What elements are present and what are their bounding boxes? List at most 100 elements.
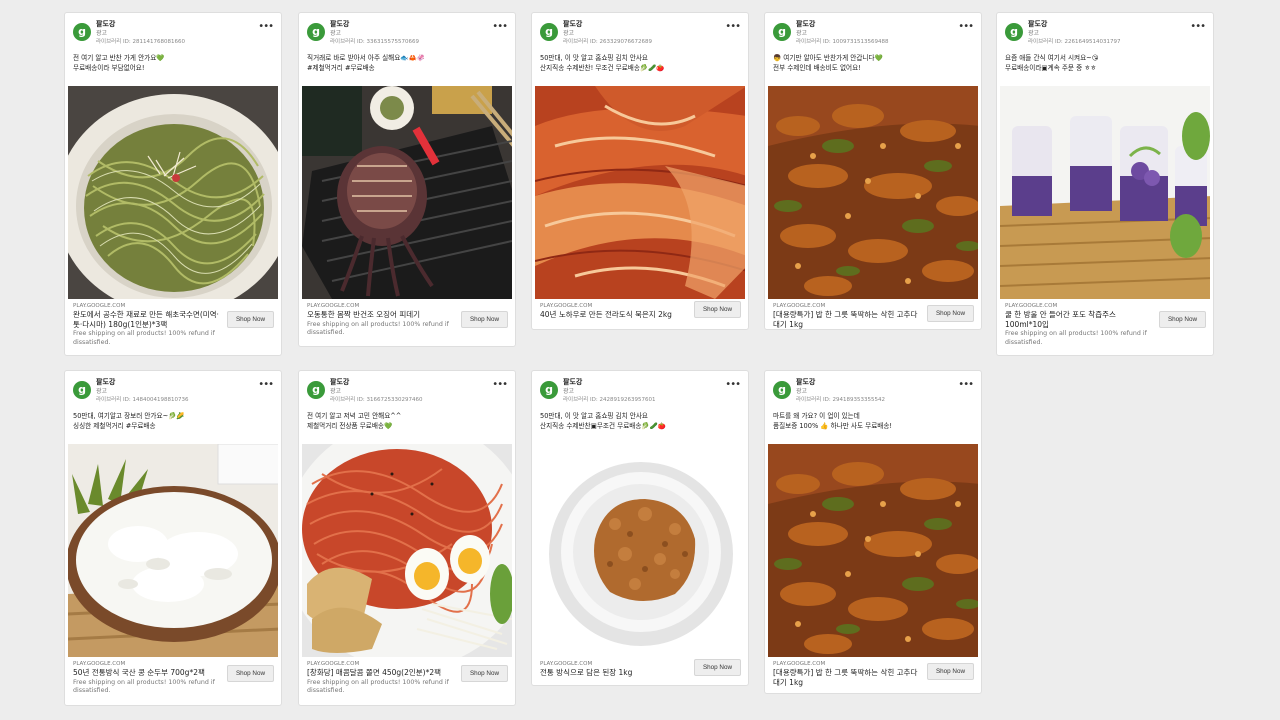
shop-now-button[interactable]: Shop Now: [927, 305, 974, 322]
product-description: Free shipping on all products! 100% refu…: [1005, 330, 1147, 346]
product-image[interactable]: [302, 86, 512, 299]
product-image[interactable]: [1000, 86, 1210, 299]
ad-text-line: 산지직송 수제반찬▣무조건 무료배송🥬🥒🍅: [540, 422, 667, 430]
more-options-icon[interactable]: •••: [492, 21, 508, 32]
product-title[interactable]: [창화당] 매콤달콤 쫄면 450g(2인분)*2팩: [307, 668, 457, 678]
library-id: 라이브러리 ID: 281141768081660: [96, 39, 185, 45]
more-options-icon[interactable]: •••: [725, 379, 741, 390]
sponsored-label: 광고: [330, 388, 342, 395]
product-title[interactable]: 오동통한 몸짝 반건조 오징어 피데기: [307, 310, 457, 320]
shop-now-button[interactable]: Shop Now: [227, 665, 274, 682]
more-options-icon[interactable]: •••: [725, 21, 741, 32]
more-options-icon[interactable]: •••: [958, 21, 974, 32]
shop-now-button[interactable]: Shop Now: [927, 663, 974, 680]
product-image[interactable]: [535, 444, 745, 657]
ad-card: g 팔도강 광고 라이브러리 ID: 1484004198810736 ••• …: [64, 370, 282, 706]
advertiser-logo[interactable]: g: [540, 381, 558, 399]
product-title[interactable]: 완도에서 공수한 재료로 만든 해초국수면(미역·톳·다시마) 180g(1인분…: [73, 310, 223, 329]
product-title[interactable]: [대용량특가] 밥 한 그릇 뚝딱하는 삭힌 고추다대기 1kg: [773, 310, 923, 329]
ad-footer: PLAY.GOOGLE.COM 완도에서 공수한 재료로 만든 해초국수면(미역…: [65, 299, 281, 353]
shop-now-button[interactable]: Shop Now: [461, 311, 508, 328]
library-id: 라이브러리 ID: 1484004198810736: [96, 397, 189, 403]
ad-card: g 팔도강 광고 라이브러리 ID: 2428919263957601 ••• …: [531, 370, 749, 686]
library-id: 라이브러리 ID: 336315575570669: [330, 39, 419, 45]
product-image[interactable]: [68, 444, 278, 657]
library-id: 라이브러리 ID: 2261649514031797: [1028, 39, 1121, 45]
ad-text-line: #제철먹거리 #무료배송: [307, 64, 375, 72]
ad-text-line: 무료배송이라▣계속 주문 중 ㅎㅎ: [1005, 64, 1097, 72]
product-description: Free shipping on all products! 100% refu…: [73, 330, 215, 346]
product-image[interactable]: [768, 444, 978, 657]
ad-text-line: 요즘 애들 간식 여기서 시켜요~😘: [1005, 54, 1099, 62]
ad-header: g 팔도강 광고 라이브러리 ID: 3166725330297460 •••: [299, 371, 515, 409]
sponsored-label: 광고: [563, 30, 575, 37]
more-options-icon[interactable]: •••: [258, 379, 274, 390]
advertiser-logo[interactable]: g: [73, 23, 91, 41]
advertiser-logo[interactable]: g: [540, 23, 558, 41]
ad-header: g 팔도강 광고 라이브러리 ID: 281141768081660 •••: [65, 13, 281, 51]
sponsored-label: 광고: [563, 388, 575, 395]
ad-body-text: 전 여기 알고 저녁 고민 안해요^^ 제철먹거리 전상품 무료배송💚: [299, 409, 515, 444]
ad-body-text: 마트를 왜 가요? 이 업이 있는데 품질보증 100% 👍 하나만 사도 무료…: [765, 409, 981, 444]
shop-now-button[interactable]: Shop Now: [227, 311, 274, 328]
product-title[interactable]: [대용량특가] 밥 한 그릇 뚝딱하는 삭힌 고추다대기 1kg: [773, 668, 923, 687]
ad-header: g 팔도강 광고 라이브러리 ID: 294189353355542 •••: [765, 371, 981, 409]
product-title[interactable]: 전통 방식으로 담은 된장 1kg: [540, 668, 690, 678]
more-options-icon[interactable]: •••: [958, 379, 974, 390]
ad-text-line: 마트를 왜 가요? 이 업이 있는데: [773, 412, 860, 420]
advertiser-logo[interactable]: g: [307, 23, 325, 41]
product-image[interactable]: [768, 86, 978, 299]
library-id: 라이브러리 ID: 2428919263957601: [563, 397, 656, 403]
product-image[interactable]: [535, 86, 745, 299]
ad-footer: PLAY.GOOGLE.COM 40년 노하우로 만든 전라도식 묵은지 2kg…: [532, 299, 748, 326]
ad-header: g 팔도강 광고 라이브러리 ID: 2261649514031797 •••: [997, 13, 1213, 51]
ad-text-line: 무료배송이라 부담없어요!: [73, 64, 145, 72]
advertiser-logo[interactable]: g: [307, 381, 325, 399]
advertiser-logo[interactable]: g: [1005, 23, 1023, 41]
shop-now-button[interactable]: Shop Now: [1159, 311, 1206, 328]
ad-card: g 팔도강 광고 라이브러리 ID: 1009731513569488 ••• …: [764, 12, 982, 330]
ad-text-line: 싱싱한 제철먹거리 #무료배송: [73, 422, 156, 430]
ad-card: g 팔도강 광고 라이브러리 ID: 281141768081660 ••• 전…: [64, 12, 282, 356]
library-id: 라이브러리 ID: 3166725330297460: [330, 397, 423, 403]
more-options-icon[interactable]: •••: [258, 21, 274, 32]
ad-body-text: 요즘 애들 간식 여기서 시켜요~😘 무료배송이라▣계속 주문 중 ㅎㅎ: [997, 51, 1213, 86]
product-description: Free shipping on all products! 100% refu…: [307, 320, 449, 337]
ad-text-line: 전부 수제인데 배송비도 없어요!: [773, 64, 861, 72]
shop-now-button[interactable]: Shop Now: [461, 665, 508, 682]
library-id: 라이브러리 ID: 263329076672689: [563, 39, 652, 45]
sponsored-label: 광고: [1028, 30, 1040, 37]
ad-body-text: 전 여기 알고 반찬 가게 안가요💚 무료배송이라 부담없어요!: [65, 51, 281, 86]
ad-footer: PLAY.GOOGLE.COM 쿨 한 방울 안 들어간 포도 착즙주스 100…: [997, 299, 1213, 353]
product-title[interactable]: 쿨 한 방울 안 들어간 포도 착즙주스 100ml*10입: [1005, 310, 1155, 329]
ad-card: g 팔도강 광고 라이브러리 ID: 2261649514031797 ••• …: [996, 12, 1214, 356]
shop-now-button[interactable]: Shop Now: [694, 301, 741, 318]
product-title[interactable]: 40년 노하우로 만든 전라도식 묵은지 2kg: [540, 310, 690, 320]
ad-body-text: 직거래로 바로 받아서 아주 실해요🐟🦀🦑 #제철먹거리 #무료배송: [299, 51, 515, 86]
ad-footer: PLAY.GOOGLE.COM [대용량특가] 밥 한 그릇 뚝딱하는 삭힌 고…: [765, 299, 981, 335]
product-image[interactable]: [302, 444, 512, 657]
sponsored-label: 광고: [796, 30, 808, 37]
ad-text-line: 👦 여기만 알아도 반찬가게 안갑니다💚: [773, 54, 883, 62]
advertiser-logo[interactable]: g: [73, 381, 91, 399]
ad-text-line: 직거래로 바로 받아서 아주 실해요🐟🦀🦑: [307, 54, 425, 62]
product-title[interactable]: 50년 전통방식 국산 콩 순두부 700g*2팩: [73, 668, 223, 678]
shop-now-button[interactable]: Shop Now: [694, 659, 741, 676]
advertiser-logo[interactable]: g: [773, 381, 791, 399]
ad-body-text: 50만대, 이 맛 알고 홈쇼핑 김치 안사요 산지직송 수제반찬! 무조건 무…: [532, 51, 748, 86]
more-options-icon[interactable]: •••: [1190, 21, 1206, 32]
ad-footer: PLAY.GOOGLE.COM [창화당] 매콤달콤 쫄면 450g(2인분)*…: [299, 657, 515, 702]
ad-text-line: 전 여기 알고 저녁 고민 안해요^^: [307, 412, 402, 420]
ad-footer: PLAY.GOOGLE.COM 전통 방식으로 담은 된장 1kg Shop N…: [532, 657, 748, 684]
ad-body-text: 50만대, 이 맛 알고 홈쇼핑 김치 안사요 산지직송 수제반찬▣무조건 무료…: [532, 409, 748, 444]
ad-card: g 팔도강 광고 라이브러리 ID: 263329076672689 ••• 5…: [531, 12, 749, 330]
product-image[interactable]: [68, 86, 278, 299]
more-options-icon[interactable]: •••: [492, 379, 508, 390]
product-description: Free shipping on all products! 100% refu…: [73, 678, 215, 695]
advertiser-logo[interactable]: g: [773, 23, 791, 41]
sponsored-label: 광고: [96, 388, 108, 395]
ad-text-line: 50만대, 이 맛 알고 홈쇼핑 김치 안사요: [540, 412, 648, 420]
ad-text-line: 전 여기 알고 반찬 가게 안가요💚: [73, 54, 165, 62]
ad-header: g 팔도강 광고 라이브러리 ID: 1009731513569488 •••: [765, 13, 981, 51]
ad-header: g 팔도강 광고 라이브러리 ID: 336315575570669 •••: [299, 13, 515, 51]
